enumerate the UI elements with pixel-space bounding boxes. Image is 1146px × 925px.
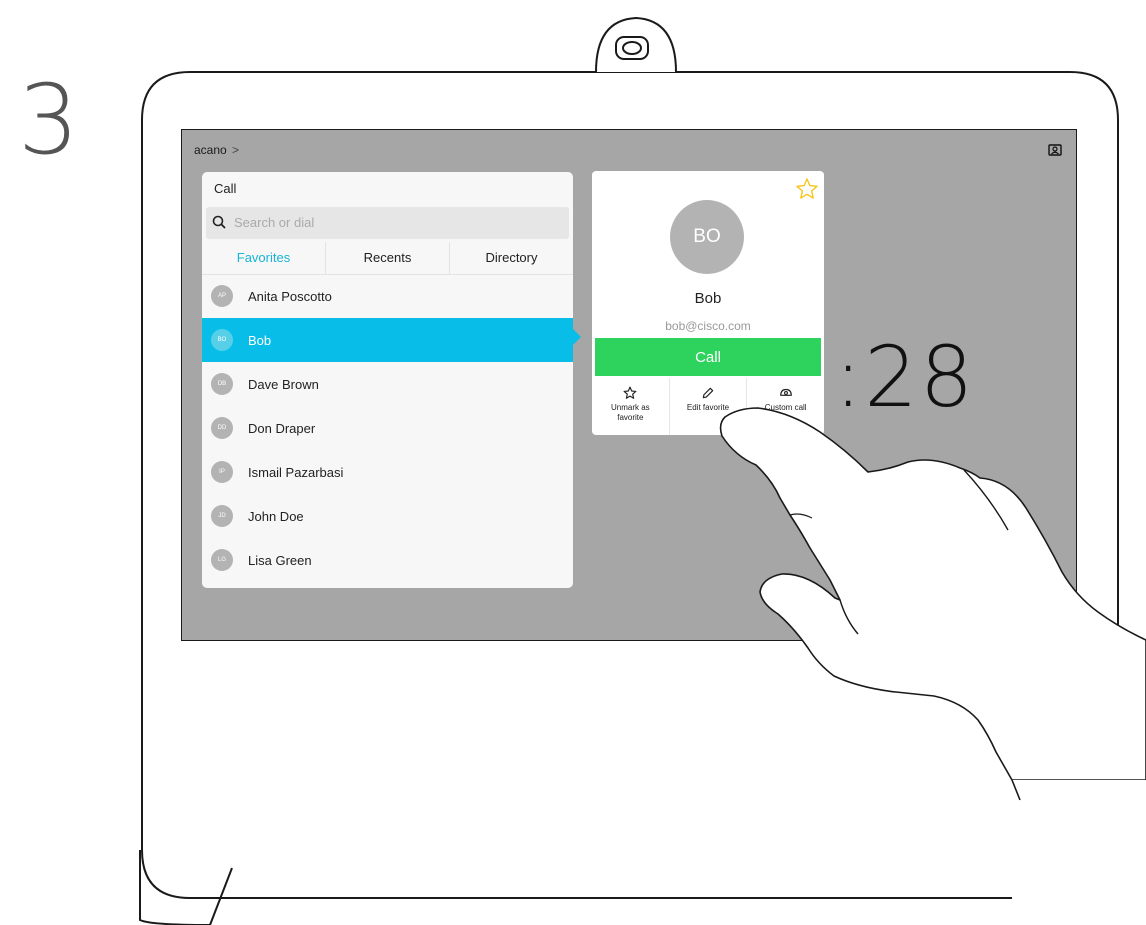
- pointing-hand-illustration: [719, 407, 1146, 925]
